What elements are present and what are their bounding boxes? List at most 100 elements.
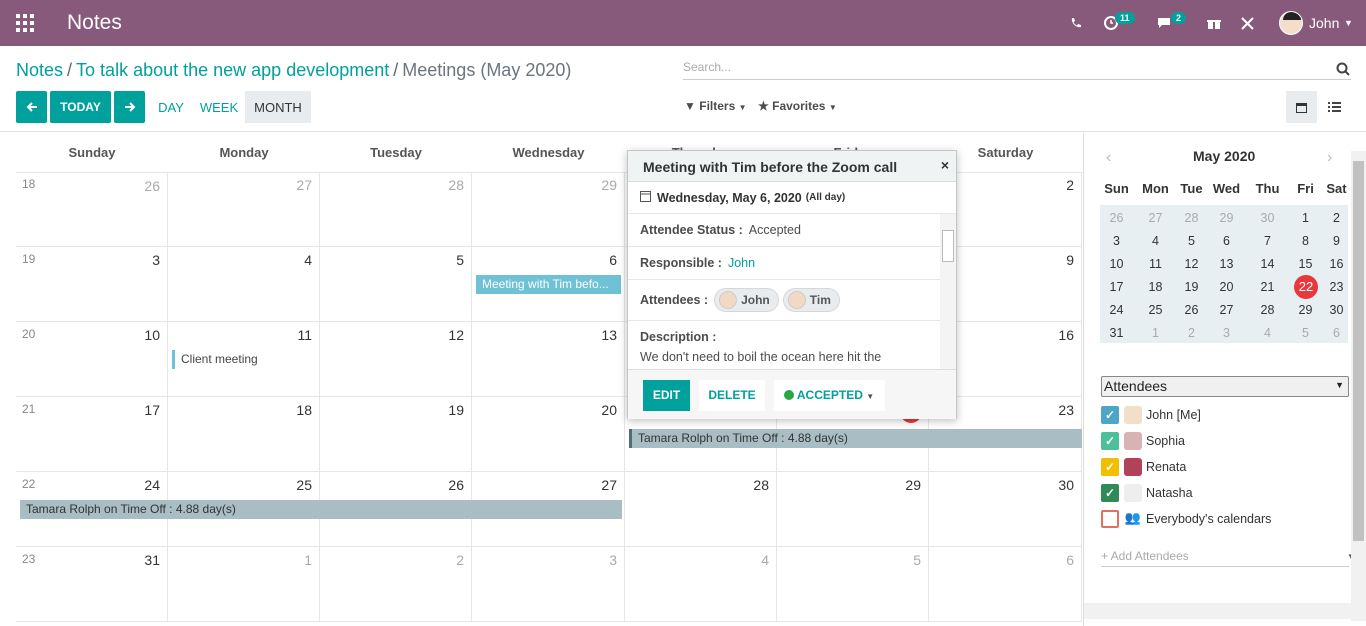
- today-button[interactable]: TODAY: [50, 91, 111, 123]
- day-cell[interactable]: 29: [472, 172, 625, 247]
- user-name[interactable]: John: [1309, 0, 1339, 46]
- popover-scrollbar[interactable]: [940, 214, 956, 369]
- attendees-select[interactable]: Attendees ▼: [1101, 376, 1349, 397]
- attendee-check-natasha[interactable]: ✓: [1101, 484, 1119, 502]
- mini-day[interactable]: 7: [1249, 234, 1286, 248]
- calendar-view-button[interactable]: [1286, 91, 1317, 123]
- activity-clock-icon[interactable]: [1103, 0, 1119, 46]
- day-cell[interactable]: 3: [472, 547, 625, 622]
- day-cell[interactable]: 20: [472, 397, 625, 472]
- mini-day[interactable]: 6: [1318, 326, 1355, 340]
- day-cell[interactable]: 17: [16, 397, 168, 472]
- attendee-natasha[interactable]: Natasha: [1146, 486, 1193, 500]
- day-cell[interactable]: 12: [320, 322, 472, 397]
- mini-day[interactable]: 27: [1137, 211, 1174, 225]
- mini-day[interactable]: 4: [1137, 234, 1174, 248]
- mini-day[interactable]: 25: [1137, 303, 1174, 317]
- accepted-dropdown[interactable]: ACCEPTED ▼: [774, 380, 885, 411]
- search-input[interactable]: Search...: [683, 58, 1351, 80]
- sidebar-hscrollbar[interactable]: [1084, 603, 1351, 619]
- day-cell[interactable]: 30: [929, 472, 1082, 547]
- mini-day[interactable]: 18: [1137, 280, 1174, 294]
- mini-next-icon[interactable]: ›: [1327, 149, 1332, 167]
- messages-icon[interactable]: [1157, 0, 1173, 46]
- user-avatar[interactable]: [1279, 0, 1303, 46]
- attendee-john[interactable]: John [Me]: [1146, 408, 1201, 422]
- attendee-chip-john[interactable]: John: [714, 288, 779, 312]
- mini-day[interactable]: 3: [1098, 234, 1135, 248]
- mini-day[interactable]: 20: [1208, 280, 1245, 294]
- day-cell[interactable]: 4: [625, 547, 777, 622]
- phone-icon[interactable]: [1070, 0, 1082, 46]
- event-timeoff-week22[interactable]: Tamara Rolph on Time Off : 4.88 day(s): [20, 500, 622, 519]
- filters-dropdown[interactable]: ▼ Filters ▼: [684, 99, 747, 113]
- day-cell[interactable]: 1: [168, 547, 320, 622]
- mini-day[interactable]: 26: [1098, 211, 1135, 225]
- mini-day[interactable]: 2: [1318, 211, 1355, 225]
- attendee-check-renata[interactable]: ✓: [1101, 458, 1119, 476]
- everybody-checkbox[interactable]: [1101, 510, 1119, 528]
- mini-day[interactable]: 22: [1294, 275, 1318, 299]
- mini-prev-icon[interactable]: ‹: [1106, 149, 1111, 167]
- breadcrumb-notes[interactable]: Notes: [16, 60, 63, 80]
- gift-icon[interactable]: [1207, 0, 1221, 46]
- close-icon[interactable]: ×: [941, 157, 949, 173]
- day-cell[interactable]: 6: [929, 547, 1082, 622]
- everybody-calendars[interactable]: Everybody's calendars: [1146, 512, 1271, 526]
- mini-day[interactable]: 31: [1098, 326, 1135, 340]
- mini-day[interactable]: 11: [1137, 257, 1174, 271]
- mini-day[interactable]: 5: [1173, 234, 1210, 248]
- favorites-dropdown[interactable]: ★ Favorites ▼: [758, 99, 837, 113]
- list-view-button[interactable]: [1320, 91, 1348, 123]
- mini-day[interactable]: 26: [1173, 303, 1210, 317]
- day-cell[interactable]: 3: [16, 247, 168, 322]
- day-cell[interactable]: 5: [320, 247, 472, 322]
- mini-day[interactable]: 13: [1208, 257, 1245, 271]
- edit-button[interactable]: EDIT: [643, 380, 690, 411]
- attendee-sophia[interactable]: Sophia: [1146, 434, 1185, 448]
- day-cell[interactable]: 28: [320, 172, 472, 247]
- apps-menu-icon[interactable]: [16, 14, 34, 32]
- add-attendees-input[interactable]: + Add Attendees: [1101, 549, 1349, 567]
- day-cell[interactable]: 5: [777, 547, 929, 622]
- app-title[interactable]: Notes: [67, 11, 122, 35]
- mini-day[interactable]: 2: [1173, 326, 1210, 340]
- mini-day[interactable]: 21: [1249, 280, 1286, 294]
- scale-day-button[interactable]: DAY: [152, 91, 190, 123]
- attendee-chip-tim[interactable]: Tim: [782, 288, 840, 312]
- mini-day[interactable]: 3: [1208, 326, 1245, 340]
- day-cell[interactable]: 31: [16, 547, 168, 622]
- mini-day[interactable]: 29: [1208, 211, 1245, 225]
- mini-day[interactable]: 30: [1318, 303, 1355, 317]
- event-timeoff-week21[interactable]: Tamara Rolph on Time Off : 4.88 day(s): [629, 429, 1082, 448]
- day-cell[interactable]: 13: [472, 322, 625, 397]
- day-cell[interactable]: 27: [168, 172, 320, 247]
- day-cell[interactable]: 4: [168, 247, 320, 322]
- search-icon[interactable]: [1336, 62, 1350, 79]
- mini-day[interactable]: 23: [1318, 280, 1355, 294]
- user-menu-caret-icon[interactable]: ▼: [1344, 0, 1353, 46]
- scale-week-button[interactable]: WEEK: [196, 91, 242, 123]
- day-cell[interactable]: 10: [16, 322, 168, 397]
- day-cell[interactable]: 2: [320, 547, 472, 622]
- mini-day[interactable]: 27: [1208, 303, 1245, 317]
- mini-day[interactable]: 1: [1137, 326, 1174, 340]
- mini-day[interactable]: 30: [1249, 211, 1286, 225]
- day-cell[interactable]: 29: [777, 472, 929, 547]
- attendee-check-sophia[interactable]: ✓: [1101, 432, 1119, 450]
- mini-day[interactable]: 17: [1098, 280, 1135, 294]
- prev-button[interactable]: [16, 91, 47, 123]
- mini-day[interactable]: 9: [1318, 234, 1355, 248]
- event-client-meeting[interactable]: Client meeting: [172, 350, 316, 369]
- mini-day[interactable]: 28: [1249, 303, 1286, 317]
- day-cell[interactable]: 19: [320, 397, 472, 472]
- mini-day[interactable]: 16: [1318, 257, 1355, 271]
- mini-day[interactable]: 14: [1249, 257, 1286, 271]
- responsible-link[interactable]: John: [728, 256, 755, 270]
- mini-day[interactable]: 6: [1208, 234, 1245, 248]
- mini-day[interactable]: 28: [1173, 211, 1210, 225]
- next-button[interactable]: [114, 91, 145, 123]
- scrollbar-thumb[interactable]: [942, 230, 954, 262]
- mini-day[interactable]: 4: [1249, 326, 1286, 340]
- day-cell[interactable]: 18: [168, 397, 320, 472]
